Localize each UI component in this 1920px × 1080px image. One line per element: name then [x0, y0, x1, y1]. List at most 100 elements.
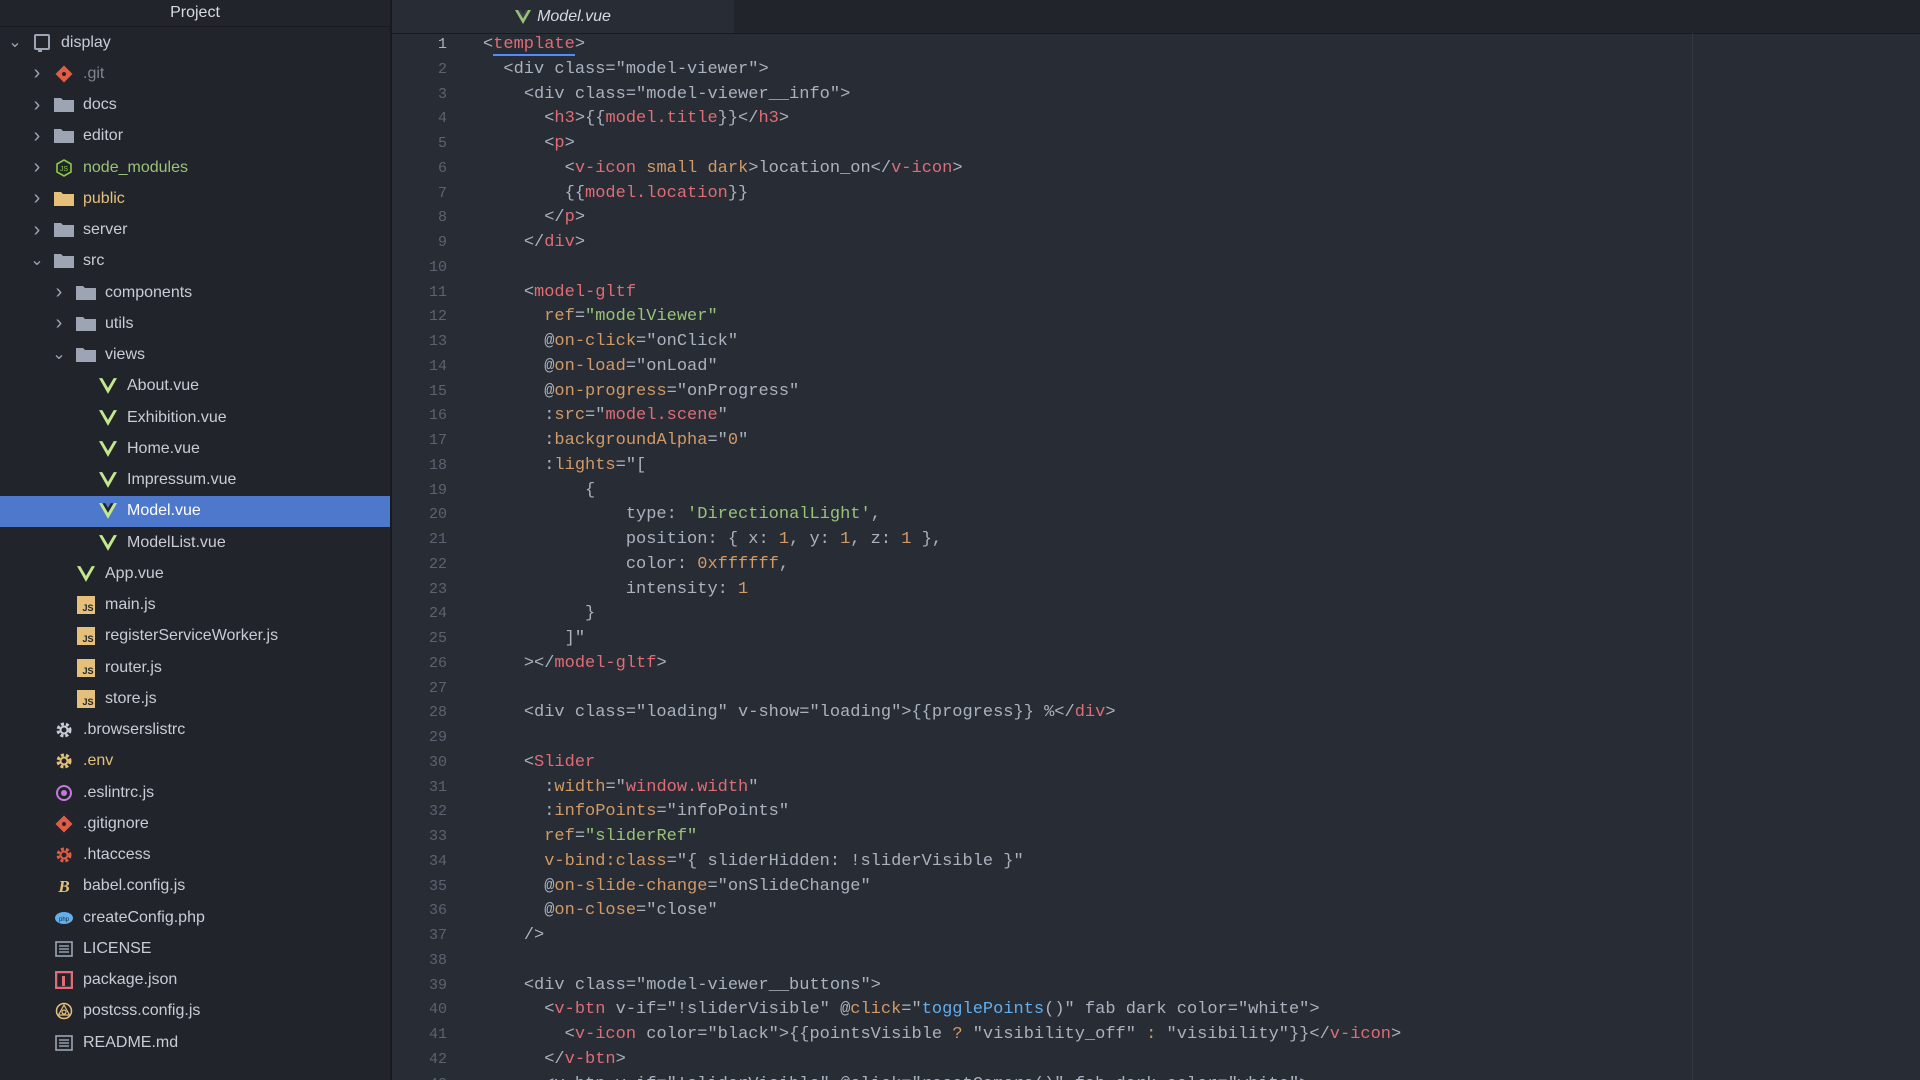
code-line[interactable]: 24 } — [392, 602, 1920, 627]
code-line[interactable]: 4 <h3>{{model.title}}</h3> — [392, 107, 1920, 132]
chevron-right-icon[interactable]: › — [52, 281, 66, 304]
chevron-down-icon[interactable]: ⌄ — [52, 347, 66, 363]
code-line[interactable]: 21 position: { x: 1, y: 1, z: 1 }, — [392, 528, 1920, 553]
chevron-right-icon[interactable]: › — [30, 187, 44, 210]
code-line[interactable]: 9 </div> — [392, 231, 1920, 256]
tree-item-eslintrc[interactable]: .eslintrc.js — [0, 777, 390, 808]
code-line[interactable]: 1 <template> — [392, 33, 1920, 58]
code-line[interactable]: 43 <v-btn v-if="!sliderVisible" @click="… — [392, 1073, 1920, 1080]
code-line[interactable]: 23 intensity: 1 — [392, 578, 1920, 603]
code-line[interactable]: 19 { — [392, 479, 1920, 504]
code-token: =" — [707, 431, 728, 450]
tree-item-package-json[interactable]: package.json — [0, 965, 390, 996]
tree-item-docs[interactable]: › docs — [0, 90, 390, 121]
code-line[interactable]: 7 {{model.location}} — [392, 182, 1920, 207]
code-line[interactable]: 41 <v-icon color="black">{{pointsVisible… — [392, 1023, 1920, 1048]
tree-item-postcss-config[interactable]: postcss.config.js — [0, 996, 390, 1027]
chevron-right-icon[interactable]: › — [30, 62, 44, 85]
code-line[interactable]: 14 @on-load="onLoad" — [392, 355, 1920, 380]
chevron-down-icon[interactable]: ⌄ — [30, 253, 44, 269]
tree-item-display[interactable]: ⌄ display — [0, 27, 390, 58]
code-line[interactable]: 25 ]" — [392, 627, 1920, 652]
code-line[interactable]: 34 v-bind:class="{ sliderHidden: !slider… — [392, 850, 1920, 875]
code-token: : — [544, 802, 555, 822]
indent-guide — [483, 406, 544, 425]
code-line[interactable]: 36 @on-close="close" — [392, 899, 1920, 924]
chevron-right-icon[interactable]: › — [52, 312, 66, 335]
folder-icon — [54, 221, 74, 239]
tree-item-components[interactable]: › components — [0, 277, 390, 308]
tree-item-env[interactable]: .env — [0, 746, 390, 777]
code-text: } — [483, 602, 595, 627]
code-line[interactable]: 17 :backgroundAlpha="0" — [392, 429, 1920, 454]
code-line[interactable]: 10 — [392, 256, 1920, 281]
code-line[interactable]: 29 — [392, 726, 1920, 751]
code-token: <div class="model-viewer__buttons"> — [523, 975, 881, 995]
code-line[interactable]: 37 /> — [392, 924, 1920, 949]
tree-item-main-js[interactable]: JS main.js — [0, 590, 390, 621]
tree-item-src[interactable]: ⌄ src — [0, 246, 390, 277]
code-line[interactable]: 27 — [392, 677, 1920, 702]
code-token: >location_on</ — [748, 158, 892, 178]
chevron-right-icon[interactable]: › — [30, 156, 44, 179]
tree-item-impressum-vue[interactable]: Impressum.vue — [0, 465, 390, 496]
tree-item-utils[interactable]: › utils — [0, 308, 390, 339]
tree-item-browserslistrc[interactable]: .browserslistrc — [0, 715, 390, 746]
code-line[interactable]: 33 ref="sliderRef" — [392, 825, 1920, 850]
tree-item-registerserviceworker-js[interactable]: JS registerServiceWorker.js — [0, 621, 390, 652]
tree-item-license[interactable]: LICENSE — [0, 933, 390, 964]
tree-item-exhibition-vue[interactable]: Exhibition.vue — [0, 402, 390, 433]
line-number: 23 — [428, 580, 447, 598]
code-line[interactable]: 11 <model-gltf — [392, 281, 1920, 306]
tree-item-views[interactable]: ⌄ views — [0, 340, 390, 371]
chevron-right-icon[interactable]: › — [30, 94, 44, 117]
code-line[interactable]: 26 ></model-gltf> — [392, 652, 1920, 677]
code-line[interactable]: 13 @on-click="onClick" — [392, 330, 1920, 355]
code-line[interactable]: 2 <div class="model-viewer"> — [392, 58, 1920, 83]
tree-item-createconfig-php[interactable]: php createConfig.php — [0, 902, 390, 933]
code-line[interactable]: 16 :src="model.scene" — [392, 404, 1920, 429]
tree-item-store-js[interactable]: JS store.js — [0, 683, 390, 714]
code-line[interactable]: 39 <div class="model-viewer__buttons"> — [392, 974, 1920, 999]
code-line[interactable]: 32 :infoPoints="infoPoints" — [392, 800, 1920, 825]
tree-item-babel-config[interactable]: Bbabel.config.js — [0, 871, 390, 902]
code-line[interactable]: 5 <p> — [392, 132, 1920, 157]
tree-item-editor[interactable]: › editor — [0, 121, 390, 152]
code-line[interactable]: 15 @on-progress="onProgress" — [392, 380, 1920, 405]
code-line[interactable]: 35 @on-slide-change="onSlideChange" — [392, 875, 1920, 900]
code-line[interactable]: 3 <div class="model-viewer__info"> — [392, 83, 1920, 108]
tree-item-git[interactable]: › .git — [0, 58, 390, 89]
code-line[interactable]: 38 — [392, 949, 1920, 974]
tree-item-about-vue[interactable]: About.vue — [0, 371, 390, 402]
chevron-right-icon[interactable]: › — [30, 219, 44, 242]
tree-item-readme[interactable]: README.md — [0, 1027, 390, 1058]
chevron-down-icon[interactable]: ⌄ — [8, 34, 22, 50]
tab-model-vue[interactable]: Model.vue — [392, 0, 734, 33]
code-line[interactable]: 20 type: 'DirectionalLight', — [392, 503, 1920, 528]
code-line[interactable]: 12 ref="modelViewer" — [392, 305, 1920, 330]
code-area[interactable]: 1 <template> 2 <div class="model-viewer"> 3… — [392, 33, 1920, 1080]
tree-item-router-js[interactable]: JS router.js — [0, 652, 390, 683]
tree-item-gitignore[interactable]: .gitignore — [0, 808, 390, 839]
tree-item-modellist-vue[interactable]: ModelList.vue — [0, 527, 390, 558]
indent-guide — [483, 728, 503, 747]
javascript-icon: JS — [76, 658, 96, 677]
code-line[interactable]: 28 <div class="loading" v-show="loading"… — [392, 701, 1920, 726]
tree-item-htaccess[interactable]: .htaccess — [0, 840, 390, 871]
code-line[interactable]: 42 </v-btn> — [392, 1048, 1920, 1073]
code-line[interactable]: 30 <Slider — [392, 751, 1920, 776]
code-line[interactable]: 6 <v-icon small dark>location_on</v-icon… — [392, 157, 1920, 182]
tree-item-server[interactable]: › server — [0, 215, 390, 246]
tree-item-public[interactable]: › public — [0, 183, 390, 214]
code-line[interactable]: 40 <v-btn v-if="!sliderVisible" @click="… — [392, 998, 1920, 1023]
chevron-right-icon[interactable]: › — [30, 125, 44, 148]
code-line[interactable]: 22 color: 0xffffff, — [392, 553, 1920, 578]
nodejs-icon: JS — [54, 158, 74, 177]
code-line[interactable]: 31 :width="window.width" — [392, 776, 1920, 801]
code-line[interactable]: 8 </p> — [392, 206, 1920, 231]
tree-item-app-vue[interactable]: App.vue — [0, 558, 390, 589]
tree-item-model-vue[interactable]: Model.vue — [0, 495, 390, 527]
tree-item-home-vue[interactable]: Home.vue — [0, 433, 390, 464]
tree-item-node-modules[interactable]: › JS node_modules — [0, 152, 390, 183]
code-line[interactable]: 18 :lights="[ — [392, 454, 1920, 479]
